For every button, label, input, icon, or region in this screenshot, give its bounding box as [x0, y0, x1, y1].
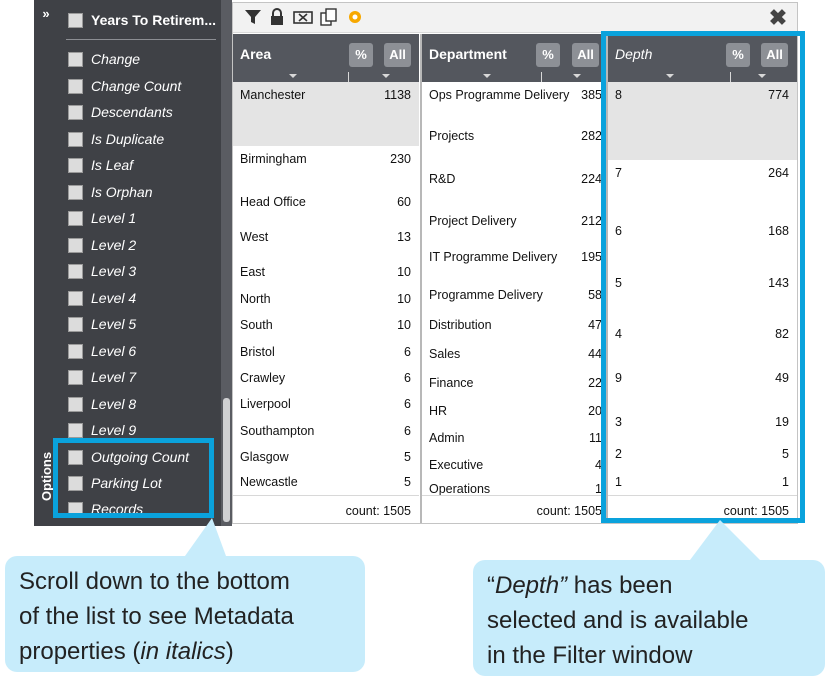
- left-callout-italic: in italics: [140, 638, 226, 665]
- right-callout-italic: Depth”: [495, 572, 568, 599]
- right-callout-open-quote: “: [487, 572, 495, 599]
- right-callout-tail: [690, 520, 760, 560]
- right-callout-line-3: in the Filter window: [487, 642, 693, 669]
- left-callout-line-3-prefix: properties (: [19, 638, 141, 665]
- left-callout-line-3: properties (in italics): [19, 634, 351, 669]
- right-callout-line-2: selected and is available: [487, 607, 749, 634]
- right-callout: “Depth” has been selected and is availab…: [473, 560, 825, 676]
- left-callout-line-3-suffix: ): [225, 638, 234, 665]
- right-callout-line-1-rest: has been: [567, 572, 673, 599]
- left-callout: Scroll down to the bottom of the list to…: [5, 556, 365, 672]
- left-callout-line-2: of the list to see Metadata: [19, 603, 294, 630]
- left-callout-line-1: Scroll down to the bottom: [19, 568, 290, 595]
- right-callout-line-1: “Depth” has been: [487, 568, 811, 603]
- left-callout-tail: [185, 518, 226, 556]
